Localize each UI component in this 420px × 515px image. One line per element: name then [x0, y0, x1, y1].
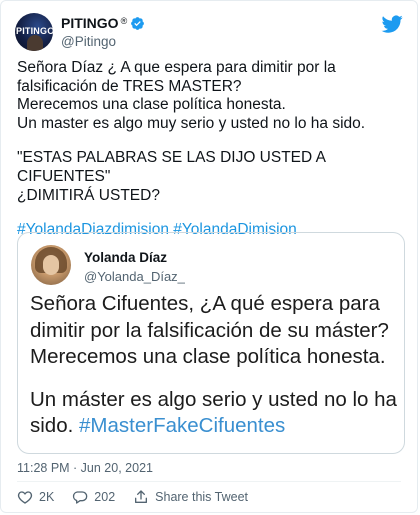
share-label: Share this Tweet	[155, 490, 249, 504]
verified-badge-icon	[131, 16, 145, 30]
heart-icon	[17, 491, 33, 504]
like-button[interactable]: 2K	[17, 489, 54, 505]
reply-icon	[73, 491, 88, 504]
quoted-tweet-body: Señora Cifuentes, ¿A qué espera para dim…	[30, 291, 402, 440]
share-button[interactable]: Share this Tweet	[133, 489, 248, 505]
author-display-name[interactable]: PITINGO	[61, 15, 119, 31]
avatar-figure	[27, 35, 43, 51]
tweet-header: PITINGO PITINGO ® @Pitingo	[15, 13, 405, 53]
like-count: 2K	[39, 490, 55, 504]
author-handle[interactable]: @Pitingo	[61, 34, 116, 49]
twitter-bird-icon[interactable]	[381, 13, 403, 35]
reply-count: 202	[94, 490, 116, 504]
tweet-line: Merecemos una clase política honesta.	[17, 96, 286, 114]
avatar-face	[43, 255, 59, 275]
quoted-paragraph: Un máster es algo serio y usted no lo ha…	[30, 387, 402, 440]
share-icon	[135, 490, 148, 503]
tweet-line: Señora Díaz ¿ A que espera para dimitir …	[17, 59, 336, 95]
tweet-line: ¿DIMITIRÁ USTED?	[17, 186, 160, 204]
tweet-body: Señora Díaz ¿ A que espera para dimitir …	[17, 59, 409, 240]
quoted-paragraph: Señora Cifuentes, ¿A qué espera para dim…	[30, 292, 389, 368]
quoted-author-handle[interactable]: @Yolanda_Díaz_	[84, 269, 185, 284]
reply-button[interactable]: 202	[72, 489, 115, 505]
registered-mark: ®	[120, 16, 128, 26]
author-avatar[interactable]: PITINGO	[15, 13, 53, 51]
tweet-card: PITINGO PITINGO ® @Pitingo Señora Díaz ¿…	[0, 0, 418, 513]
quoted-author-name[interactable]: Yolanda Díaz	[84, 250, 167, 265]
quoted-tweet[interactable]: Yolanda Díaz @Yolanda_Díaz_ Señora Cifue…	[17, 232, 405, 454]
tweet-timestamp[interactable]: 11:28 PM · Jun 20, 2021	[17, 461, 153, 475]
tweet-actions: 2K 202 Share this Tweet	[17, 489, 266, 505]
tweet-line: Un master es algo muy serio y usted no l…	[17, 114, 366, 132]
tweet-line: "ESTAS PALABRAS SE LAS DIJO USTED A CIFU…	[17, 149, 326, 185]
quoted-hashtag-link[interactable]: #MasterFakeCifuentes	[79, 414, 285, 437]
divider	[17, 481, 401, 482]
author-name-row[interactable]: PITINGO ®	[61, 15, 145, 31]
quoted-author-avatar[interactable]	[31, 245, 71, 285]
avatar-logo-text: PITINGO	[16, 26, 53, 36]
